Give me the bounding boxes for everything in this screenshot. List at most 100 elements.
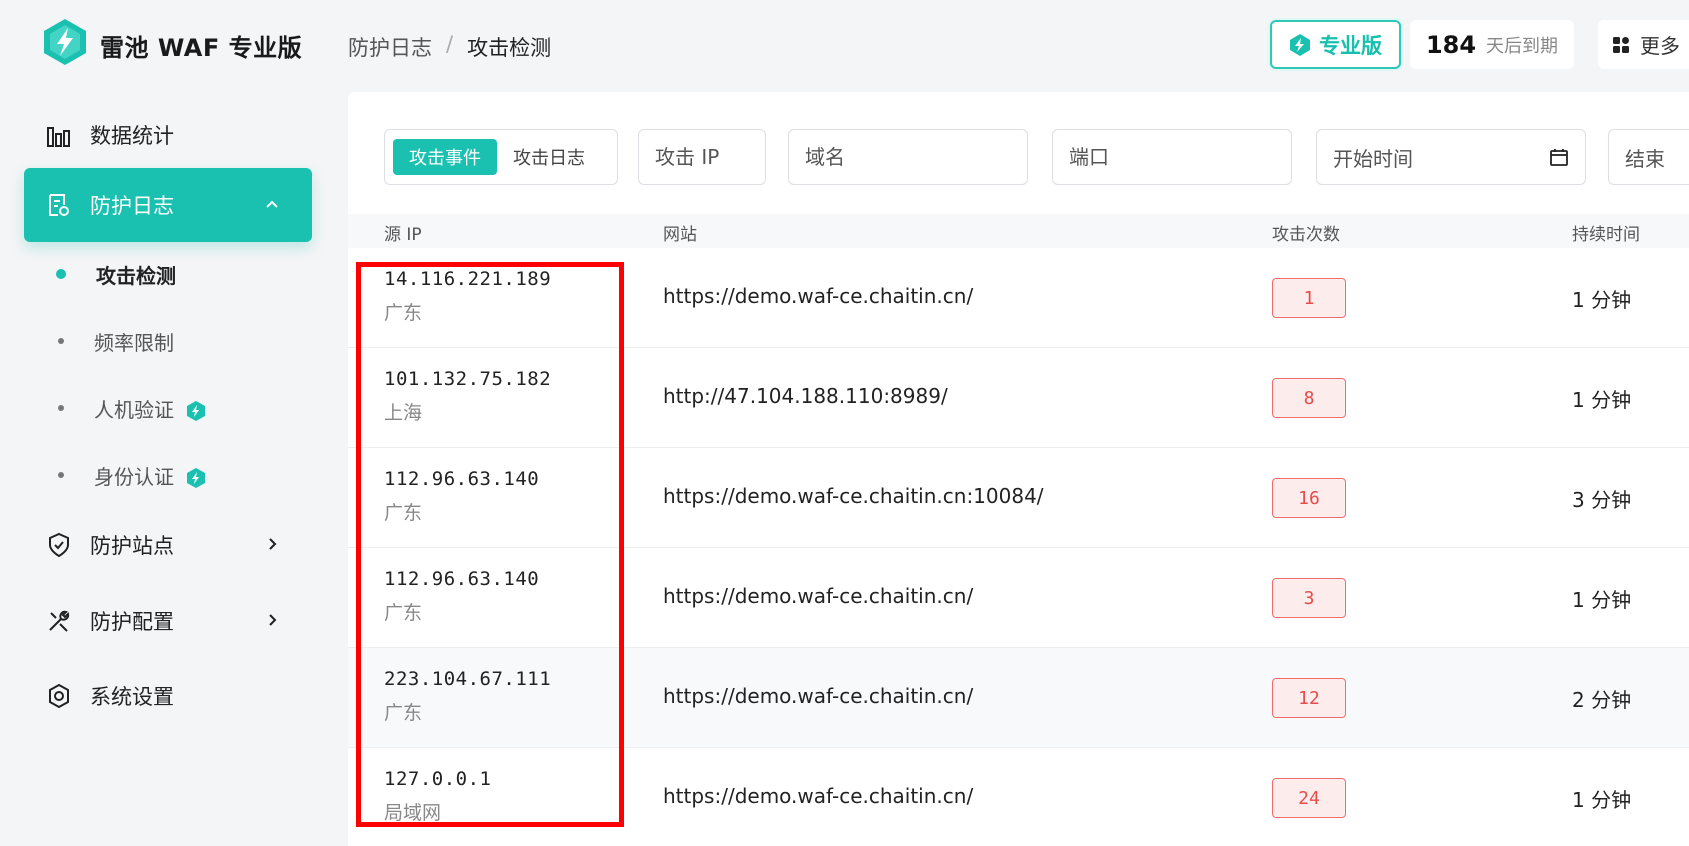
brand-title: 雷池 WAF 专业版 (100, 34, 303, 62)
end-time-picker[interactable]: 结束 (1608, 129, 1689, 185)
subitem-label: 频率限制 (94, 330, 174, 355)
source-ip: 223.104.67.111 (384, 668, 552, 690)
tools-icon (46, 608, 72, 634)
sidebar-item-protected-sites[interactable]: 防护站点 (24, 508, 312, 582)
table-row[interactable]: 14.116.221.189 广东 https://demo.waf-ce.ch… (348, 248, 1689, 348)
sidebar-subitem-attack-detection[interactable]: 攻击检测 (56, 252, 306, 296)
table-header: 源 IP 网站 攻击次数 持续时间 (348, 214, 1689, 248)
chevron-up-icon (266, 200, 278, 208)
subitem-label: 身份认证 (94, 461, 206, 490)
bullet-dot-icon (58, 338, 64, 344)
duration: 2 分钟 (1572, 688, 1632, 712)
sidebar-item-label: 数据统计 (90, 124, 174, 148)
chevron-right-icon (269, 614, 277, 626)
tab-attack-events[interactable]: 攻击事件 (393, 139, 497, 175)
apps-grid-icon (1613, 36, 1629, 53)
attack-count-badge: 16 (1272, 478, 1346, 518)
license-expire: 184 天后到期 (1410, 20, 1574, 69)
attack-ip-input[interactable] (638, 129, 766, 185)
duration: 1 分钟 (1572, 588, 1632, 612)
breadcrumb-parent[interactable]: 防护日志 (348, 32, 432, 62)
log-document-icon (46, 192, 72, 218)
website-url: https://demo.waf-ce.chaitin.cn/ (663, 584, 974, 608)
sidebar-item-label: 防护配置 (90, 610, 174, 634)
pro-logo-icon (1290, 33, 1310, 56)
column-attack-count: 攻击次数 (1272, 225, 1340, 245)
sidebar-item-label: 系统设置 (90, 685, 174, 709)
sidebar-subitem-rate-limit[interactable]: 频率限制 (56, 319, 306, 363)
chevron-right-icon (269, 538, 277, 550)
pro-feature-icon (187, 468, 206, 488)
sidebar-item-system-settings[interactable]: 系统设置 (24, 659, 312, 733)
ip-region: 局域网 (384, 802, 442, 824)
shield-icon (46, 532, 72, 558)
main-panel: 攻击事件 攻击日志 开始时间 结束 源 IP 网站 攻击次数 持续时间 14.1… (348, 92, 1689, 846)
ip-region: 广东 (384, 302, 423, 324)
top-header: 雷池 WAF 专业版 防护日志 / 攻击检测 专业版 184 天后到期 更多 (0, 0, 1689, 92)
start-time-label: 开始时间 (1333, 146, 1413, 171)
sidebar-item-protection-logs[interactable]: 防护日志 (24, 168, 312, 242)
duration: 1 分钟 (1572, 388, 1632, 412)
sidebar-item-label: 防护站点 (90, 534, 174, 558)
active-dot-icon (56, 269, 66, 279)
sidebar-subitem-auth[interactable]: 身份认证 (56, 453, 306, 497)
subitem-label: 人机验证 (94, 394, 206, 423)
pro-feature-icon (187, 401, 206, 421)
ip-region: 广东 (384, 702, 423, 724)
bullet-dot-icon (58, 405, 64, 411)
pro-badge-label: 专业版 (1319, 33, 1382, 58)
source-ip: 127.0.0.1 (384, 768, 492, 790)
gear-icon (46, 683, 72, 709)
attack-count-badge: 1 (1272, 278, 1346, 318)
ip-region: 广东 (384, 502, 423, 524)
breadcrumb-separator: / (446, 32, 454, 56)
domain-input[interactable] (788, 129, 1028, 185)
expire-label: 天后到期 (1486, 35, 1559, 57)
attack-count-badge: 3 (1272, 578, 1346, 618)
bullet-dot-icon (58, 472, 64, 478)
source-ip: 112.96.63.140 (384, 468, 540, 490)
table-row[interactable]: 112.96.63.140 广东 https://demo.waf-ce.cha… (348, 448, 1689, 548)
leichi-logo-icon (44, 19, 86, 65)
start-time-picker[interactable]: 开始时间 (1316, 129, 1586, 185)
table-row[interactable]: 223.104.67.111 广东 https://demo.waf-ce.ch… (348, 648, 1689, 748)
website-url: http://47.104.188.110:8989/ (663, 384, 948, 408)
source-ip: 112.96.63.140 (384, 568, 540, 590)
ip-region: 广东 (384, 602, 423, 624)
source-ip: 14.116.221.189 (384, 268, 552, 290)
more-button[interactable]: 更多 (1598, 20, 1689, 69)
tab-attack-logs[interactable]: 攻击日志 (509, 144, 589, 170)
port-input[interactable] (1052, 129, 1292, 185)
bar-chart-icon (46, 122, 72, 148)
attack-count-badge: 8 (1272, 378, 1346, 418)
column-source-ip: 源 IP (384, 225, 422, 245)
subitem-label: 攻击检测 (96, 263, 176, 288)
table-row[interactable]: 127.0.0.1 局域网 https://demo.waf-ce.chaiti… (348, 748, 1689, 846)
sidebar: 数据统计 防护日志 攻击检测 频率限制 人机验证 身份认证 防护站点 防护配置 … (0, 92, 330, 846)
sidebar-subitem-captcha[interactable]: 人机验证 (56, 386, 306, 430)
attack-count-badge: 12 (1272, 678, 1346, 718)
table-row[interactable]: 101.132.75.182 上海 http://47.104.188.110:… (348, 348, 1689, 448)
website-url: https://demo.waf-ce.chaitin.cn/ (663, 684, 974, 708)
sidebar-item-protection-config[interactable]: 防护配置 (24, 584, 312, 658)
pro-edition-badge[interactable]: 专业版 (1270, 20, 1401, 69)
more-label: 更多 (1640, 34, 1680, 58)
sidebar-item-statistics[interactable]: 数据统计 (24, 98, 312, 172)
website-url: https://demo.waf-ce.chaitin.cn:10084/ (663, 484, 1044, 508)
breadcrumb-current: 攻击检测 (467, 36, 552, 60)
expire-days: 184 (1425, 30, 1477, 59)
breadcrumb: 防护日志 / 攻击检测 (348, 32, 551, 62)
website-url: https://demo.waf-ce.chaitin.cn/ (663, 784, 974, 808)
website-url: https://demo.waf-ce.chaitin.cn/ (663, 284, 974, 308)
duration: 1 分钟 (1572, 788, 1632, 812)
attack-count-badge: 24 (1272, 778, 1346, 818)
column-website: 网站 (663, 225, 697, 245)
calendar-icon (1550, 149, 1568, 166)
end-time-label: 结束 (1625, 146, 1665, 171)
view-toggle: 攻击事件 攻击日志 (384, 129, 618, 185)
table-row[interactable]: 112.96.63.140 广东 https://demo.waf-ce.cha… (348, 548, 1689, 648)
sidebar-item-label: 防护日志 (90, 194, 174, 218)
column-duration: 持续时间 (1572, 225, 1640, 245)
duration: 1 分钟 (1572, 288, 1632, 312)
ip-region: 上海 (384, 402, 423, 424)
